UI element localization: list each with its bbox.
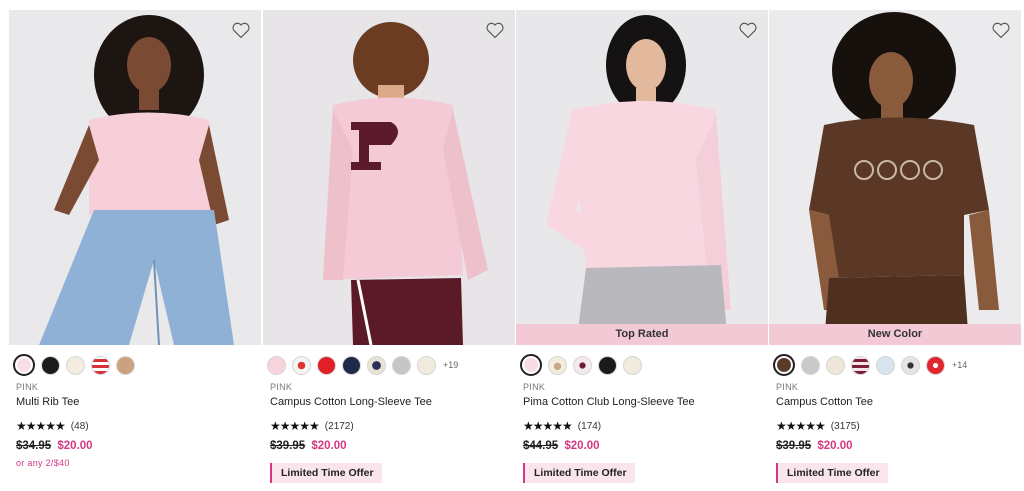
original-price: $39.95 [270, 440, 306, 452]
swatch-cream[interactable] [623, 355, 642, 375]
product-rating[interactable]: ★★★★★ (48) [16, 419, 89, 433]
review-count: (174) [577, 420, 602, 432]
swatch-navy[interactable] [342, 355, 361, 375]
new-color-ribbon: New Color [769, 324, 1021, 345]
color-swatches [520, 353, 648, 377]
swatch-cream[interactable] [66, 355, 85, 375]
limited-time-offer-badge: Limited Time Offer [270, 463, 382, 483]
product-brand: PINK [270, 382, 293, 392]
swatch-tan[interactable] [116, 355, 135, 375]
sale-price: $20.00 [817, 440, 853, 452]
model-photo [516, 10, 768, 345]
heart-outline-icon[interactable] [738, 20, 758, 40]
limited-time-offer-badge: Limited Time Offer [776, 463, 888, 483]
review-count: (2172) [324, 420, 354, 432]
product-image[interactable]: Top Rated [516, 10, 768, 345]
product-image[interactable] [9, 10, 261, 345]
product-rating[interactable]: ★★★★★ (3175) [776, 419, 860, 433]
product-brand: PINK [16, 382, 39, 392]
color-swatches: +14 [773, 353, 967, 377]
swatch-cream[interactable] [826, 355, 845, 375]
star-icon: ★★★★★ [776, 419, 826, 433]
product-brand: PINK [523, 382, 546, 392]
product-name[interactable]: Multi Rib Tee [16, 396, 79, 408]
swatch-black[interactable] [598, 355, 617, 375]
top-rated-ribbon: Top Rated [516, 324, 768, 345]
product-card[interactable]: New Color +14 PINK Campus Cotton Tee ★★★… [769, 10, 1021, 488]
product-card[interactable]: PINK Multi Rib Tee ★★★★★ (48) $34.95 $20… [9, 10, 261, 488]
product-brand: PINK [776, 382, 799, 392]
heart-outline-icon[interactable] [991, 20, 1011, 40]
original-price: $44.95 [523, 440, 559, 452]
swatch-graphic-grey[interactable] [901, 355, 920, 375]
sale-price: $20.00 [564, 440, 600, 452]
product-image[interactable] [263, 10, 515, 345]
model-photo [9, 10, 261, 345]
limited-time-offer-badge: Limited Time Offer [523, 463, 635, 483]
product-rating[interactable]: ★★★★★ (174) [523, 419, 601, 433]
product-name[interactable]: Campus Cotton Tee [776, 396, 873, 408]
model-photo [769, 10, 1021, 345]
swatch-graphic-red[interactable] [292, 355, 311, 375]
heart-outline-icon[interactable] [231, 20, 251, 40]
product-grid: PINK Multi Rib Tee ★★★★★ (48) $34.95 $20… [0, 0, 1024, 491]
swatch-light-blue[interactable] [876, 355, 895, 375]
heart-outline-icon[interactable] [485, 20, 505, 40]
product-card[interactable]: +19 PINK Campus Cotton Long-Sleeve Tee ★… [263, 10, 515, 488]
original-price: $39.95 [776, 440, 812, 452]
model-photo [263, 10, 515, 345]
product-name[interactable]: Campus Cotton Long-Sleeve Tee [270, 396, 432, 408]
color-swatches [13, 353, 141, 377]
swatch-pink[interactable] [520, 354, 542, 376]
star-icon: ★★★★★ [16, 419, 66, 433]
original-price: $34.95 [16, 440, 52, 452]
more-colors-count[interactable]: +14 [952, 360, 967, 370]
swatch-stripe-red[interactable] [91, 355, 110, 375]
swatch-black[interactable] [41, 355, 60, 375]
more-colors-count[interactable]: +19 [443, 360, 458, 370]
product-rating[interactable]: ★★★★★ (2172) [270, 419, 354, 433]
swatch-graphic-star[interactable] [573, 355, 592, 375]
star-icon: ★★★★★ [523, 419, 573, 433]
product-price: $39.95 $20.00 [776, 440, 853, 452]
review-count: (48) [70, 420, 89, 432]
product-price: $44.95 $20.00 [523, 440, 600, 452]
swatch-grey[interactable] [392, 355, 411, 375]
swatch-grey[interactable] [801, 355, 820, 375]
product-card[interactable]: Top Rated PINK Pima Cotton Club Long-Sle… [516, 10, 768, 488]
product-image[interactable]: New Color [769, 10, 1021, 345]
product-price: $34.95 $20.00 [16, 440, 93, 452]
sale-price: $20.00 [311, 440, 347, 452]
swatch-graphic-red[interactable] [926, 355, 945, 375]
swatch-pink[interactable] [13, 354, 35, 376]
swatch-pink[interactable] [267, 355, 286, 375]
swatch-graphic-navy[interactable] [367, 355, 386, 375]
swatch-graphic-cream[interactable] [548, 355, 567, 375]
swatch-stripe-pink[interactable] [851, 355, 870, 375]
color-swatches: +19 [267, 353, 458, 377]
swatch-red[interactable] [317, 355, 336, 375]
review-count: (3175) [830, 420, 860, 432]
swatch-brown[interactable] [773, 354, 795, 376]
sale-price: $20.00 [57, 440, 93, 452]
star-icon: ★★★★★ [270, 419, 320, 433]
product-price: $39.95 $20.00 [270, 440, 347, 452]
multi-buy-promo: or any 2/$40 [16, 458, 70, 468]
product-name[interactable]: Pima Cotton Club Long-Sleeve Tee [523, 396, 695, 408]
swatch-cream[interactable] [417, 355, 436, 375]
